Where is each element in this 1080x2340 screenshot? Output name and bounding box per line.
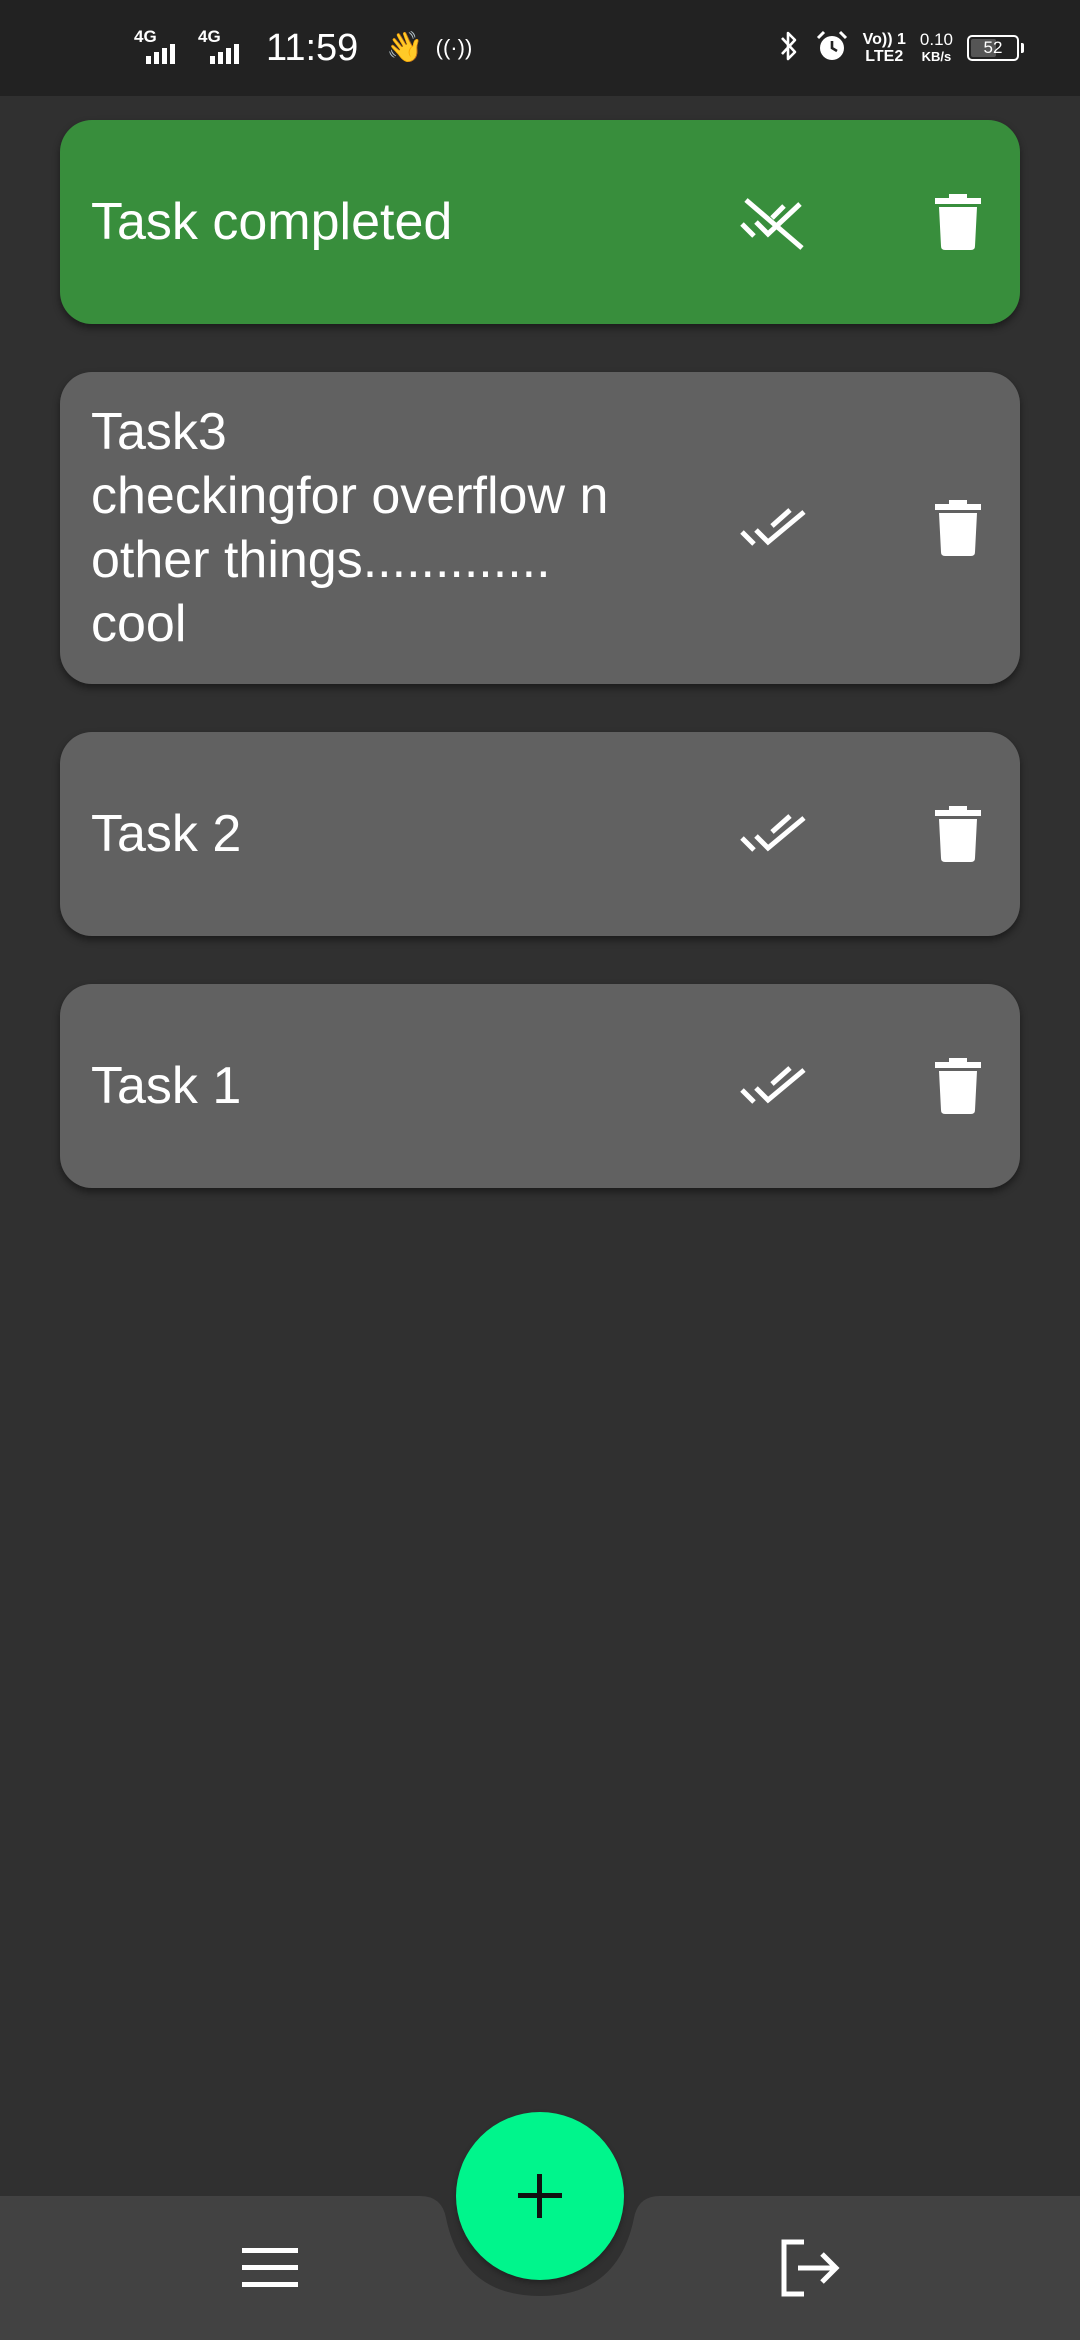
battery-icon: 52 bbox=[967, 35, 1019, 61]
remove-done-icon[interactable] bbox=[734, 182, 814, 262]
task-text: Task completed bbox=[91, 193, 453, 251]
status-time: 11:59 bbox=[266, 27, 359, 69]
app-screen: 4G 4G 11:59 👋 ((·)) Vo)) 1 LTE2 0.10 KB/… bbox=[0, 0, 1080, 2340]
task-card-completed[interactable]: Task completed bbox=[60, 120, 1020, 324]
speed-value: 0.10 bbox=[919, 30, 953, 49]
task-text: Task 1 bbox=[91, 1057, 242, 1115]
done-all-icon[interactable] bbox=[734, 794, 814, 874]
bluetooth-icon bbox=[777, 29, 801, 68]
task-list: Task completed Task3 checkingfor overflo… bbox=[60, 120, 1020, 1236]
network-speed: 0.10 KB/s bbox=[920, 31, 953, 65]
trash-icon[interactable] bbox=[918, 1046, 998, 1126]
task-card[interactable]: Task 1 bbox=[60, 984, 1020, 1188]
speed-unit: KB/s bbox=[921, 49, 952, 64]
network-type-2: 4G bbox=[198, 27, 221, 46]
trash-icon[interactable] bbox=[918, 794, 998, 874]
volte-top-label: Vo)) 1 bbox=[862, 31, 906, 48]
logout-icon[interactable] bbox=[770, 2228, 850, 2308]
task-card[interactable]: Task 2 bbox=[60, 732, 1020, 936]
status-bar-left: 4G 4G 11:59 👋 ((·)) bbox=[134, 0, 472, 96]
menu-icon[interactable] bbox=[230, 2232, 310, 2304]
volte-indicator: Vo)) 1 LTE2 bbox=[863, 31, 906, 65]
status-bar-right: Vo)) 1 LTE2 0.10 KB/s 52 bbox=[777, 0, 1024, 96]
task-text: Task 2 bbox=[91, 805, 242, 863]
done-all-icon[interactable] bbox=[734, 1046, 814, 1126]
signal-bars-icon bbox=[146, 44, 175, 64]
status-bar: 4G 4G 11:59 👋 ((·)) Vo)) 1 LTE2 0.10 KB/… bbox=[0, 0, 1080, 96]
signal-sim2: 4G bbox=[198, 28, 250, 68]
task-text: Task3 checkingfor overflow n other thing… bbox=[91, 403, 609, 653]
alarm-icon bbox=[815, 29, 849, 68]
signal-sim1: 4G bbox=[134, 28, 186, 68]
battery-level: 52 bbox=[983, 38, 1003, 57]
task-card[interactable]: Task3 checkingfor overflow n other thing… bbox=[60, 372, 1020, 684]
battery-tip bbox=[1021, 43, 1024, 53]
plus-icon bbox=[518, 2174, 562, 2218]
volte-bottom-label: LTE2 bbox=[865, 48, 904, 65]
signal-bars-icon bbox=[210, 44, 239, 64]
wave-emoji-icon: 👋 bbox=[386, 31, 424, 64]
trash-icon[interactable] bbox=[918, 182, 998, 262]
network-type-1: 4G bbox=[134, 27, 157, 46]
hotspot-icon: ((·)) bbox=[435, 35, 473, 60]
add-task-button[interactable] bbox=[456, 2112, 624, 2280]
done-all-icon[interactable] bbox=[734, 488, 814, 568]
trash-icon[interactable] bbox=[918, 488, 998, 568]
